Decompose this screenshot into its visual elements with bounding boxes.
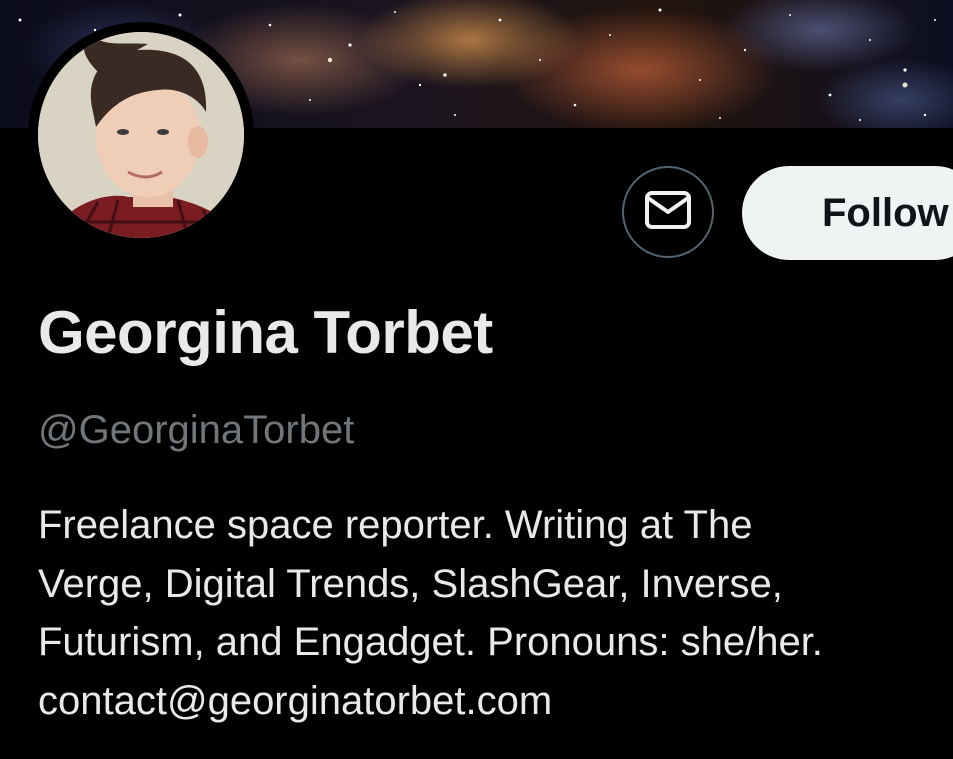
avatar-photo	[38, 32, 244, 238]
profile-avatar[interactable]	[28, 22, 254, 248]
message-button[interactable]	[622, 166, 714, 258]
profile-bio: Freelance space reporter. Writing at The…	[38, 496, 943, 730]
envelope-icon	[644, 190, 692, 235]
profile-handle: @GeorginaTorbet	[38, 408, 355, 452]
bio-line: Futurism, and Engadget. Pronouns: she/he…	[38, 620, 823, 664]
bio-line: Freelance space reporter. Writing at The	[38, 503, 753, 547]
follow-button[interactable]: Follow	[742, 166, 953, 260]
profile-display-name: Georgina Torbet	[38, 299, 493, 366]
follow-button-label: Follow	[822, 190, 949, 235]
bio-line: Verge, Digital Trends, SlashGear, Invers…	[38, 561, 783, 606]
bio-email-link[interactable]: contact@georginatorbet.com	[38, 672, 943, 731]
